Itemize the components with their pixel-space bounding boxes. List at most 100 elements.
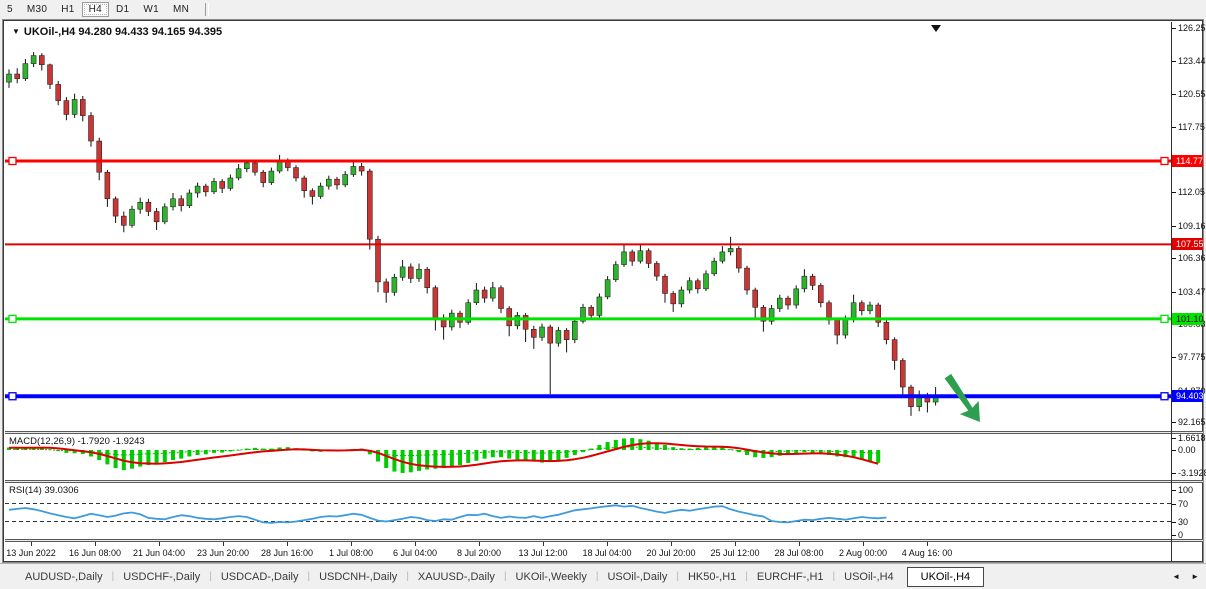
chart-tab-usdcad-daily[interactable]: USDCAD-,Daily xyxy=(212,568,308,586)
macd-hist-bar xyxy=(876,450,880,463)
chart-tab-eurchf-h1[interactable]: EURCHF-,H1 xyxy=(748,568,833,586)
tab-scroll-left-icon[interactable]: ◄ xyxy=(1172,572,1180,581)
hline-handle[interactable] xyxy=(1161,158,1168,165)
price-tick-label: 117.75 xyxy=(1172,122,1203,132)
macd-hist-bar xyxy=(466,450,470,463)
rsi-axis-label: 100 xyxy=(1172,485,1203,495)
time-tick xyxy=(607,542,608,546)
candle-down xyxy=(384,282,389,292)
down-arrow-annotation[interactable] xyxy=(938,370,989,429)
time-tick xyxy=(671,542,672,546)
price-badge-94.403: 94.403 xyxy=(1172,390,1203,402)
hline-handle[interactable] xyxy=(1161,315,1168,322)
timeframe-button-d1[interactable]: D1 xyxy=(109,2,136,17)
macd-chart[interactable] xyxy=(5,434,1171,480)
candle-down xyxy=(203,186,208,192)
hline-handle[interactable] xyxy=(9,393,16,400)
chart-tab-ukoil-h4[interactable]: UKOil-,H4 xyxy=(907,567,985,587)
candle-down xyxy=(786,298,791,305)
rsi-chart[interactable] xyxy=(5,483,1171,540)
candle-up xyxy=(843,319,848,335)
time-tick xyxy=(543,542,544,546)
macd-hist-bar xyxy=(548,450,552,462)
macd-hist-bar xyxy=(409,450,413,472)
candle-down xyxy=(695,281,700,289)
chart-tab-hk50-h1[interactable]: HK50-,H1 xyxy=(679,568,745,586)
time-tick-label: 6 Jul 04:00 xyxy=(380,548,450,558)
candle-down xyxy=(892,340,897,361)
rsi-axis-label: 0 xyxy=(1172,530,1203,540)
time-tick xyxy=(479,542,480,546)
timeframe-button-5[interactable]: 5 xyxy=(0,2,20,17)
chart-symbol-label: UKOil-,H4 xyxy=(24,26,75,38)
macd-hist-bar xyxy=(507,450,511,459)
candle-up xyxy=(31,56,36,64)
hline-handle[interactable] xyxy=(9,315,16,322)
timeframe-button-m30[interactable]: M30 xyxy=(20,2,54,17)
candle-down xyxy=(56,84,61,100)
macd-axis-label: -3.1928 xyxy=(1172,468,1203,478)
candle-up xyxy=(392,277,397,292)
time-tick xyxy=(351,542,352,546)
timeframe-button-mn[interactable]: MN xyxy=(166,2,196,17)
time-tick-label: 2 Aug 00:00 xyxy=(828,548,898,558)
chart-tab-usoil-h4[interactable]: USOil-,H4 xyxy=(835,568,903,586)
timeframe-button-w1[interactable]: W1 xyxy=(136,2,166,17)
time-tick-label: 1 Jul 08:00 xyxy=(316,548,386,558)
price-chart[interactable] xyxy=(5,22,1171,430)
chart-tab-usoil-daily[interactable]: USOil-,Daily xyxy=(598,568,676,586)
time-tick xyxy=(927,542,928,546)
candle-up xyxy=(720,252,725,261)
time-tick-label: 4 Aug 16: 00 xyxy=(892,548,962,558)
chart-tab-bar: AUDUSD-,Daily|USDCHF-,Daily|USDCAD-,Dail… xyxy=(0,563,1206,589)
candle-up xyxy=(490,288,495,298)
chart-tab-usdchf-daily[interactable]: USDCHF-,Daily xyxy=(114,568,209,586)
candle-down xyxy=(179,199,184,206)
candle-down xyxy=(121,216,126,225)
candle-up xyxy=(540,327,545,337)
chart-tab-xauusd-daily[interactable]: XAUUSD-,Daily xyxy=(409,568,504,586)
candle-up xyxy=(802,276,807,289)
candle-up xyxy=(572,321,577,339)
tab-scroll-right-icon[interactable]: ► xyxy=(1191,572,1199,581)
price-badge-114.77: 114.77 xyxy=(1172,155,1203,167)
tab-scroll-buttons: ◄ ► xyxy=(1172,572,1199,581)
rsi-indicator-label: RSI(14) 39.0306 xyxy=(9,485,79,496)
hline-handle[interactable] xyxy=(1161,393,1168,400)
chart-tab-audusd-daily[interactable]: AUDUSD-,Daily xyxy=(16,568,112,586)
candle-up xyxy=(343,175,348,185)
candle-down xyxy=(146,202,151,211)
price-tick-label: 123.44 xyxy=(1172,56,1203,66)
hline-handle[interactable] xyxy=(9,158,16,165)
macd-hist-bar xyxy=(868,450,872,461)
candle-down xyxy=(859,303,864,311)
candle-down xyxy=(367,171,372,239)
candle-up xyxy=(212,181,217,191)
time-tick-label: 13 Jun 2022 xyxy=(0,548,66,558)
macd-hist-bar xyxy=(187,450,191,456)
candle-down xyxy=(548,327,553,343)
macd-hist-bar xyxy=(565,450,569,458)
time-tick xyxy=(863,542,864,546)
chart-title: ▼UKOil-,H4 94.280 94.433 94.165 94.395 xyxy=(12,26,222,38)
candle-down xyxy=(564,330,569,339)
candle-down xyxy=(810,276,815,285)
price-tick-label: 120.55 xyxy=(1172,89,1203,99)
timeframe-button-h1[interactable]: H1 xyxy=(54,2,81,17)
macd-hist-bar xyxy=(442,450,446,468)
symbol-dropdown-icon[interactable]: ▼ xyxy=(12,27,20,36)
candle-down xyxy=(884,322,889,339)
time-tick-label: 25 Jul 12:00 xyxy=(700,548,770,558)
candle-up xyxy=(162,207,167,222)
candle-up xyxy=(712,261,717,274)
chart-tab-usdcnh-daily[interactable]: USDCNH-,Daily xyxy=(310,568,406,586)
chart-shift-marker-icon[interactable] xyxy=(931,25,941,32)
candle-up xyxy=(326,179,331,186)
trading-terminal: { "toolbar": { "buttons": [ {"label": "5… xyxy=(0,0,1206,589)
candle-up xyxy=(351,166,356,174)
candle-up xyxy=(605,280,610,297)
macd-hist-bar xyxy=(515,450,519,459)
chart-tab-ukoil-weekly[interactable]: UKOil-,Weekly xyxy=(507,568,596,586)
macd-hist-bar xyxy=(491,450,495,457)
timeframe-button-h4[interactable]: H4 xyxy=(82,2,109,17)
